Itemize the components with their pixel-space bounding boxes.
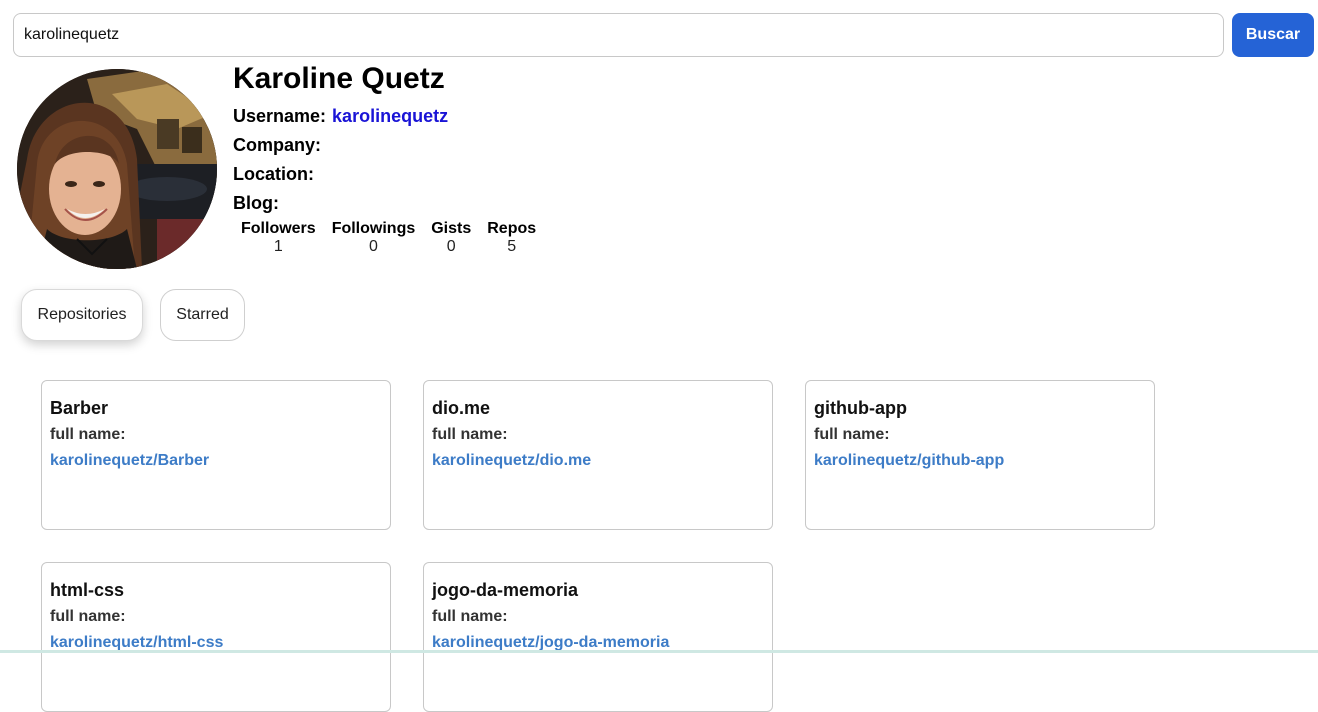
repo-link[interactable]: karolinequetz/github-app bbox=[814, 451, 1146, 471]
profile-stats: Followers 1 Followings 0 Gists 0 Repos 5 bbox=[233, 220, 544, 256]
repo-card[interactable]: dio.me full name: karolinequetz/dio.me bbox=[423, 380, 773, 530]
avatar bbox=[17, 69, 217, 269]
stat-label: Followings bbox=[331, 220, 416, 237]
stat-repos: Repos 5 bbox=[479, 220, 544, 256]
profile-name: Karoline Quetz bbox=[233, 62, 445, 95]
repo-card[interactable]: github-app full name: karolinequetz/gith… bbox=[805, 380, 1155, 530]
repo-full-name-label: full name: bbox=[432, 426, 508, 443]
stat-value: 1 bbox=[273, 238, 283, 255]
repo-full-name-label: full name: bbox=[50, 426, 126, 443]
repo-card[interactable]: Barber full name: karolinequetz/Barber bbox=[41, 380, 391, 530]
location-label: Location: bbox=[233, 164, 314, 184]
repo-name: html-css bbox=[50, 580, 125, 600]
repo-name: jogo-da-memoria bbox=[432, 580, 579, 600]
search-button[interactable]: Buscar bbox=[1232, 13, 1314, 57]
repo-link[interactable]: karolinequetz/dio.me bbox=[432, 451, 764, 471]
tab-starred[interactable]: Starred bbox=[160, 289, 245, 341]
repo-link[interactable]: karolinequetz/Barber bbox=[50, 451, 382, 471]
avatar-photo bbox=[17, 69, 217, 269]
repo-card[interactable]: html-css full name: karolinequetz/html-c… bbox=[41, 562, 391, 712]
repo-name: dio.me bbox=[432, 398, 491, 418]
repo-name: Barber bbox=[50, 398, 109, 418]
stat-label: Followers bbox=[241, 220, 316, 237]
stat-gists: Gists 0 bbox=[423, 220, 479, 256]
repo-full-name-label: full name: bbox=[50, 608, 126, 625]
stat-value: 5 bbox=[507, 238, 517, 255]
repo-full-name-label: full name: bbox=[432, 608, 508, 625]
username-row: Username: karolinequetz bbox=[233, 105, 448, 127]
stat-value: 0 bbox=[446, 238, 456, 255]
username-label: Username: bbox=[233, 106, 327, 126]
username-value[interactable]: karolinequetz bbox=[332, 106, 448, 126]
search-input[interactable] bbox=[13, 13, 1224, 57]
blog-label: Blog: bbox=[233, 193, 279, 213]
company-label: Company: bbox=[233, 135, 322, 155]
stat-label: Repos bbox=[487, 220, 537, 237]
tab-repositories[interactable]: Repositories bbox=[21, 289, 143, 341]
stat-value: 0 bbox=[369, 238, 378, 255]
stat-followers: Followers 1 bbox=[233, 220, 324, 256]
stat-label: Gists bbox=[431, 220, 472, 237]
stat-followings: Followings 0 bbox=[324, 220, 424, 256]
repo-full-name-label: full name: bbox=[814, 426, 890, 443]
repo-name: github-app bbox=[814, 398, 907, 418]
repo-card[interactable]: jogo-da-memoria full name: karolinequetz… bbox=[423, 562, 773, 712]
